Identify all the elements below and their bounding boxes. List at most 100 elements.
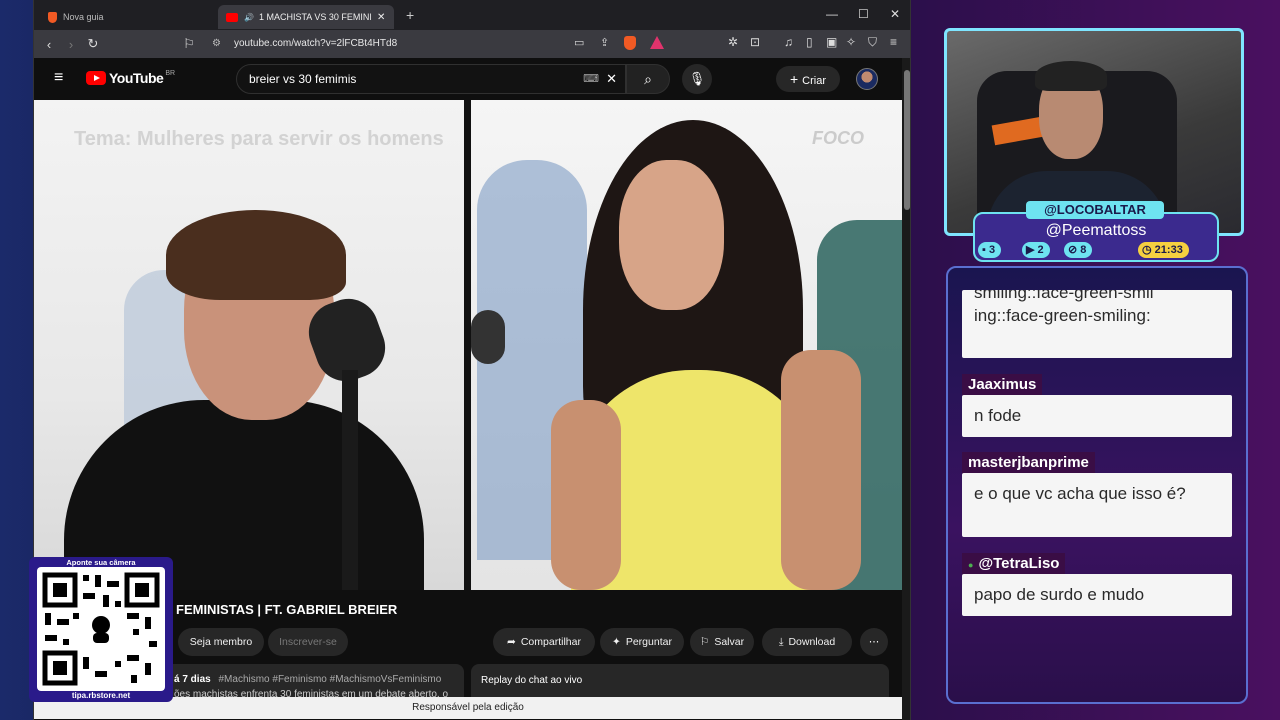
site-info-icon[interactable]: ⚙ bbox=[212, 34, 221, 54]
ask-label: Perguntar bbox=[625, 636, 672, 648]
more-actions-button[interactable]: ⋯ bbox=[860, 628, 888, 656]
youtube-favicon-icon bbox=[226, 12, 238, 22]
region-code: BR bbox=[165, 70, 176, 77]
search-icon: ⌕ bbox=[644, 71, 652, 87]
maximize-icon[interactable]: ☐ bbox=[858, 7, 869, 21]
save-label: Salvar bbox=[714, 636, 745, 648]
new-tab-icon[interactable]: + bbox=[406, 7, 414, 23]
join-button[interactable]: Seja membro bbox=[178, 628, 264, 656]
sidebar-icon[interactable]: ▯ bbox=[806, 35, 813, 49]
download-icon: ⤓ bbox=[778, 636, 784, 648]
mic-icon: 🎙 bbox=[688, 71, 706, 86]
speaker-man-hair bbox=[166, 210, 346, 300]
speaker-icon: 🔊 bbox=[244, 12, 254, 22]
share-label: Compartilhar bbox=[520, 636, 581, 648]
plus-icon: + bbox=[789, 71, 799, 87]
forward-icon[interactable]: › bbox=[60, 37, 82, 52]
chat-message-text: e o que vc acha que isso é? bbox=[974, 484, 1186, 503]
youtube-logo[interactable]: YouTube BR bbox=[86, 70, 175, 86]
speaker-woman-arm-right bbox=[781, 350, 861, 590]
leo-ai-icon[interactable]: ✧ bbox=[846, 35, 856, 49]
back-icon[interactable]: ‹ bbox=[38, 37, 60, 52]
download-label: Download bbox=[788, 636, 836, 648]
tab-new[interactable]: Nova guia bbox=[40, 5, 210, 29]
scrollbar-thumb[interactable] bbox=[904, 70, 910, 210]
chat-message-text: n fode bbox=[974, 406, 1022, 425]
reload-icon[interactable]: ↻ bbox=[82, 36, 104, 52]
create-label: Criar bbox=[802, 75, 827, 87]
subscribe-label: Inscrever-se bbox=[279, 636, 337, 648]
extensions-icon[interactable]: ✲ bbox=[728, 35, 738, 49]
minimize-icon[interactable]: — bbox=[826, 7, 838, 21]
hamburger-icon[interactable]: ≡ bbox=[54, 69, 63, 87]
streamer-hair bbox=[1035, 61, 1107, 91]
streamer-handle: @Peemattoss bbox=[1045, 222, 1147, 239]
ask-button[interactable]: ✦ Perguntar bbox=[600, 628, 684, 656]
chat-username: Jaaximus bbox=[962, 374, 1043, 396]
chat-username-text: @TetraLiso bbox=[978, 555, 1060, 572]
youtube-wordmark: YouTube bbox=[109, 70, 164, 86]
qr-code bbox=[37, 567, 165, 691]
chat-message-text: smiling::face-green-smiling::face-green-… bbox=[974, 290, 1154, 325]
chat-username: ● @TetraLiso bbox=[962, 553, 1066, 575]
video-frame-left: Tema: Mulheres para servir os homens bbox=[34, 100, 464, 590]
avatar[interactable] bbox=[856, 68, 878, 90]
brave-shields-icon[interactable] bbox=[624, 36, 636, 50]
share-icon: ➦ bbox=[507, 636, 516, 648]
share-button[interactable]: ➦ Compartilhar bbox=[493, 628, 595, 656]
voice-search-button[interactable]: 🎙 bbox=[682, 64, 712, 94]
subscribe-button[interactable]: Inscrever-se bbox=[268, 628, 348, 656]
menu-icon[interactable]: ≡ bbox=[890, 35, 897, 49]
download-button[interactable]: ⤓ Download bbox=[762, 628, 852, 656]
media-icon[interactable]: ♫ bbox=[784, 35, 793, 49]
share-page-icon[interactable]: ⇪ bbox=[600, 36, 609, 49]
vpn-icon[interactable]: ⛉ bbox=[868, 35, 877, 50]
link-count-badge: ⊘ 8 bbox=[1064, 242, 1093, 258]
create-button[interactable]: + Criar bbox=[776, 66, 840, 92]
qr-card: Aponte sua câmera tipa.rbstore.net bbox=[29, 557, 173, 702]
chat-icon: ▪ bbox=[982, 244, 986, 256]
brave-rewards-icon[interactable] bbox=[650, 36, 664, 49]
foco-watermark: FOCO bbox=[812, 128, 864, 148]
page-scrollbar[interactable] bbox=[902, 58, 910, 720]
chat-message: papo de surdo e mudo bbox=[962, 574, 1232, 616]
wallet-icon[interactable]: ▣ bbox=[826, 35, 837, 49]
description-meta: á 7 dias #Machismo #Feminismo #MachismoV… bbox=[174, 674, 464, 685]
clock-icon: ◷ bbox=[1142, 244, 1152, 256]
chat-message: n fode bbox=[962, 395, 1232, 437]
bookmark-icon[interactable]: ⚐ bbox=[178, 36, 200, 52]
badge-value: 21:33 bbox=[1154, 244, 1183, 256]
video-frame-right: FOCO bbox=[471, 100, 902, 590]
video-icon: ▶ bbox=[1026, 244, 1035, 256]
close-window-icon[interactable]: ✕ bbox=[890, 7, 900, 21]
link-icon: ⊘ bbox=[1068, 244, 1078, 256]
podcast-mic-right bbox=[471, 310, 505, 364]
speaker-woman-arm bbox=[551, 400, 621, 590]
search-text: breier vs 30 femimis bbox=[249, 72, 357, 86]
footer-text: Responsável pela edição bbox=[412, 702, 524, 713]
flag-icon: ● bbox=[968, 560, 974, 570]
search-input[interactable]: breier vs 30 femimis ⌨ ✕ bbox=[236, 64, 626, 94]
speaker-woman-face bbox=[619, 160, 724, 310]
close-tab-icon[interactable]: ✕ bbox=[377, 12, 385, 23]
sparkle-icon: ✦ bbox=[612, 636, 621, 648]
screenshot-icon[interactable]: ⊡ bbox=[750, 35, 760, 49]
video-overlay-text: Tema: Mulheres para servir os homens bbox=[74, 128, 444, 150]
url-text: youtube.com/watch?v=2lFCBt4HTd8 bbox=[234, 38, 398, 49]
tab-youtube[interactable]: 🔊 1 MACHISTA VS 30 FEMINISTAS | FT ✕ bbox=[218, 5, 394, 29]
tab-label: 1 MACHISTA VS 30 FEMINISTAS | FT bbox=[258, 12, 371, 22]
keyboard-icon[interactable]: ⌨ bbox=[583, 65, 599, 93]
badge-value: 2 bbox=[1037, 244, 1044, 256]
stream-layout: Nova guia 🔊 1 MACHISTA VS 30 FEMINISTAS … bbox=[0, 0, 1280, 720]
hashtags: #Machismo #Feminismo #MachismoVsFeminism… bbox=[218, 674, 442, 685]
search-button[interactable]: ⌕ bbox=[626, 64, 670, 94]
save-button[interactable]: ⚐ Salvar bbox=[690, 628, 754, 656]
badge-value: 8 bbox=[1080, 244, 1087, 256]
join-label: Seja membro bbox=[189, 636, 253, 648]
cast-icon[interactable]: ▭ bbox=[574, 36, 584, 49]
video-player[interactable]: Tema: Mulheres para servir os homens FOC… bbox=[34, 100, 902, 590]
tab-label: Nova guia bbox=[63, 12, 104, 22]
time-badge: ◷ 21:33 bbox=[1138, 242, 1189, 258]
clear-search-icon[interactable]: ✕ bbox=[606, 65, 617, 93]
save-icon: ⚐ bbox=[699, 636, 710, 648]
